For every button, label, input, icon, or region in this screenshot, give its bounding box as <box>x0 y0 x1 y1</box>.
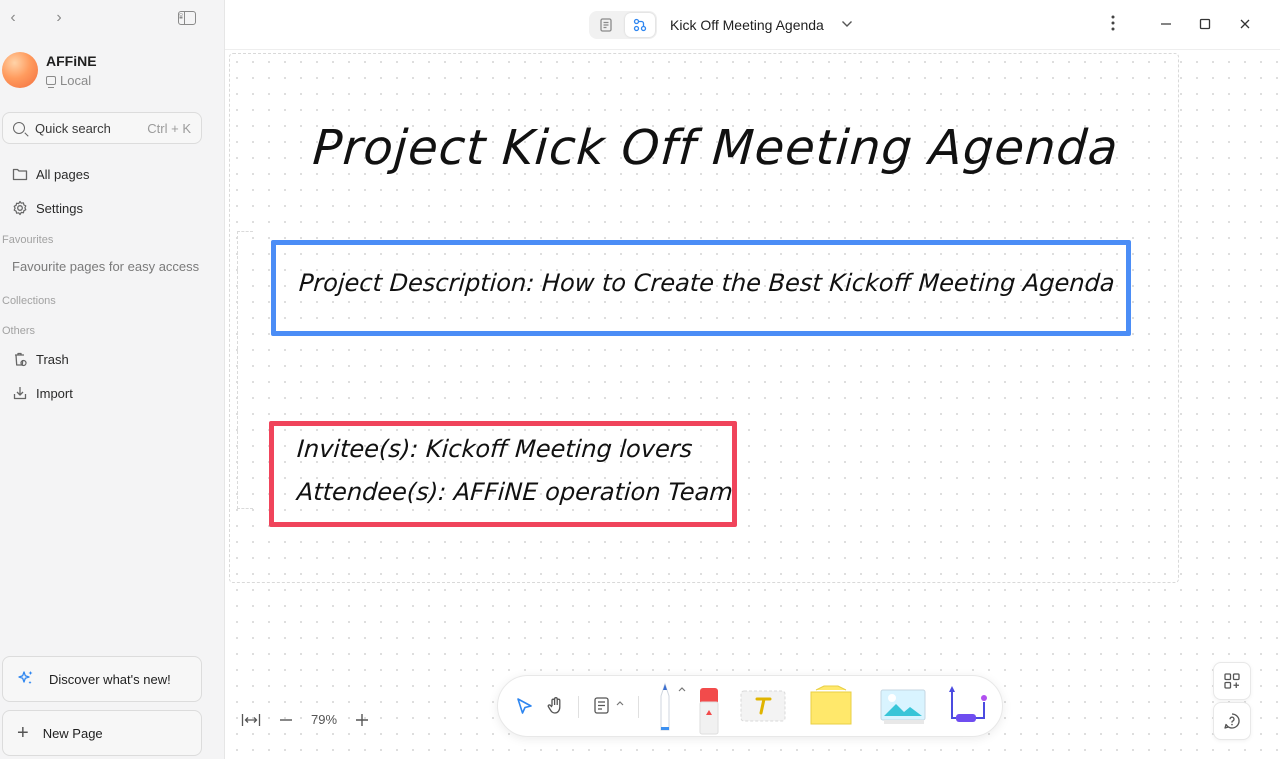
sidebar-item-label: Settings <box>36 200 83 216</box>
others-heading: Others <box>2 325 36 337</box>
edgeless-mode-icon <box>633 18 647 32</box>
new-page-label: New Page <box>42 725 103 741</box>
header: Kick Off Meeting Agenda <box>225 0 1280 50</box>
sidebar: ‹ › AFFiNE Local Quick search Ctrl + K A… <box>0 0 224 759</box>
pen-tool-icon[interactable] <box>654 682 676 734</box>
local-storage-icon <box>46 75 56 88</box>
canvas-title[interactable]: Project Kick Off Meeting Agenda <box>311 120 1120 176</box>
grid-plus-icon <box>1224 673 1240 689</box>
main-area: Kick Off Meeting Agenda Project Kick Off… <box>224 0 1280 759</box>
editor-mode-switch <box>589 11 657 39</box>
edgeless-mode-button[interactable] <box>625 13 655 37</box>
trash-icon <box>12 351 28 367</box>
history-nav: ‹ › <box>6 8 66 28</box>
note-tool-icon[interactable] <box>806 684 856 728</box>
sidebar-item-settings[interactable]: Settings <box>12 198 83 218</box>
description-text[interactable]: Project Description: How to Create the B… <box>298 269 1116 297</box>
maximize-window-icon[interactable] <box>1196 14 1214 34</box>
sidebar-item-label: Import <box>36 385 73 401</box>
discover-whats-new-button[interactable]: Discover what's new! <box>2 656 202 702</box>
plus-icon: + <box>17 722 29 744</box>
zoom-in-icon[interactable] <box>355 713 369 727</box>
workspace-avatar <box>2 52 38 88</box>
gear-icon <box>12 200 28 216</box>
note-outline <box>237 231 253 509</box>
fit-to-screen-icon[interactable] <box>241 713 261 727</box>
zoom-out-icon[interactable] <box>279 713 293 727</box>
help-button[interactable] <box>1213 702 1251 740</box>
more-options-icon[interactable] <box>1111 14 1115 36</box>
sidebar-item-import[interactable]: Import <box>12 383 73 403</box>
edgeless-toolbar <box>497 675 1003 737</box>
back-icon[interactable]: ‹ <box>6 8 20 28</box>
invitees-text[interactable]: Invitee(s): Kickoff Meeting lovers <box>296 435 693 463</box>
toolbar-divider <box>578 696 579 718</box>
discover-label: Discover what's new! <box>49 671 171 687</box>
new-page-button[interactable]: + New Page <box>2 710 202 756</box>
quick-search-label: Quick search <box>35 120 111 136</box>
add-widget-button[interactable] <box>1213 662 1251 700</box>
quick-search[interactable]: Quick search Ctrl + K <box>2 112 202 144</box>
pen-options-chevron-icon[interactable] <box>678 686 686 692</box>
workspace-storage: Local <box>46 73 97 88</box>
collections-heading[interactable]: Collections <box>2 295 56 307</box>
favourites-heading: Favourites <box>2 234 54 246</box>
forward-icon[interactable]: › <box>52 8 66 28</box>
text-tool-icon[interactable] <box>740 690 786 722</box>
import-icon <box>12 385 28 401</box>
zoom-controls: 79% <box>241 712 369 727</box>
folder-icon <box>12 166 28 182</box>
sparkle-icon <box>17 669 35 690</box>
sidebar-item-label: All pages <box>36 166 90 182</box>
workspace-name: AFFiNE <box>46 52 97 69</box>
attendees-text[interactable]: Attendee(s): AFFiNE operation Team <box>296 478 734 506</box>
image-tool-icon[interactable] <box>878 686 928 726</box>
document-title[interactable]: Kick Off Meeting Agenda <box>670 17 824 33</box>
zoom-level[interactable]: 79% <box>311 712 337 727</box>
search-icon <box>13 122 25 134</box>
chevron-down-icon[interactable] <box>841 17 853 31</box>
sidebar-toggle-icon[interactable] <box>178 11 196 25</box>
page-mode-icon <box>600 18 612 32</box>
connector-tool-icon[interactable] <box>944 680 990 728</box>
quick-search-shortcut: Ctrl + K <box>147 120 191 136</box>
chevron-up-icon[interactable] <box>616 700 624 706</box>
sidebar-item-trash[interactable]: Trash <box>12 349 69 369</box>
sidebar-item-label: Trash <box>36 351 69 367</box>
toolbar-divider <box>638 696 639 718</box>
hand-tool-icon[interactable] <box>545 695 567 717</box>
edgeless-canvas[interactable]: Project Kick Off Meeting Agenda Project … <box>225 50 1280 759</box>
close-window-icon[interactable] <box>1236 14 1254 34</box>
frame-tool-icon[interactable] <box>593 696 611 716</box>
help-icon <box>1224 713 1240 729</box>
sidebar-item-all-pages[interactable]: All pages <box>12 164 89 184</box>
minimize-window-icon[interactable] <box>1157 14 1175 34</box>
eraser-tool-icon[interactable] <box>698 686 720 736</box>
favourites-placeholder: Favourite pages for easy access <box>12 259 200 274</box>
page-mode-button[interactable] <box>591 13 621 37</box>
workspace-storage-label: Local <box>60 72 92 88</box>
workspace-switcher[interactable]: AFFiNE Local <box>2 52 97 88</box>
select-tool-icon[interactable] <box>514 696 534 716</box>
